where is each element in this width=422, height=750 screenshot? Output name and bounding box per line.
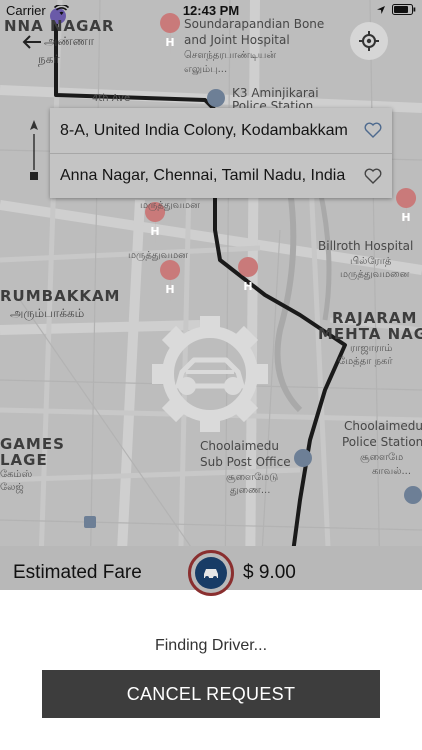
map-label-anna-nagar-ta: அண்ணா xyxy=(44,34,95,48)
dropoff-row[interactable]: Anna Nagar, Chennai, Tamil Nadu, India xyxy=(50,153,392,198)
map-label-hospital-2: and Joint Hospital xyxy=(184,33,290,47)
svg-text:H: H xyxy=(243,280,252,293)
map-label-games-ta2: லேஜ் xyxy=(0,482,24,493)
route-start-icon xyxy=(30,120,38,130)
my-location-button[interactable] xyxy=(350,22,388,60)
finding-driver-status: Finding Driver... xyxy=(154,637,268,654)
pickup-row[interactable]: 8-A, United India Colony, Kodambakkam xyxy=(50,108,392,153)
ride-request-screen: HH HH H NNA NAGAR அண்ணா நகர் Soundarapan… xyxy=(0,0,422,750)
status-bar: Carrier 12:43 PM xyxy=(0,0,422,22)
map-label-post-office-ta: சூளைமேடு xyxy=(226,472,279,483)
map-label-arumbakkam-ta: அரும்பாக்கம் xyxy=(10,306,85,320)
bottom-sheet: Finding Driver... CANCEL REQUEST xyxy=(0,590,422,750)
cancel-request-button[interactable]: CANCEL REQUEST xyxy=(42,670,380,718)
map-label-post-office-ta2: துணை... xyxy=(230,485,271,496)
map-label-police-station-ta2: காவல்... xyxy=(372,466,412,477)
map-label-hospital-ta-small2: மருத்துவமன xyxy=(128,250,188,261)
route-end-icon xyxy=(30,172,38,180)
back-button[interactable] xyxy=(22,30,42,56)
pickup-address: 8-A, United India Colony, Kodambakkam xyxy=(60,121,348,139)
map-label-4th-ave: 4th Ave xyxy=(92,93,131,104)
favorite-pickup-heart-icon[interactable] xyxy=(364,122,382,138)
status-right xyxy=(376,4,416,15)
route-card: 8-A, United India Colony, Kodambakkam An… xyxy=(50,108,392,198)
map-label-arumbakkam: RUMBAKKAM xyxy=(0,287,121,305)
fare-amount: $ 9.00 xyxy=(243,562,296,583)
map-label-post-office: Choolaimedu xyxy=(200,439,279,453)
map-label-billroth-ta2: மருத்துவமனை xyxy=(340,269,410,280)
map-label-rajaram-ta2: மேத்தா நகர் xyxy=(338,356,393,367)
dropoff-address: Anna Nagar, Chennai, Tamil Nadu, India xyxy=(60,167,346,184)
favorite-dropoff-heart-icon[interactable] xyxy=(364,168,382,184)
estimated-fare-label: Estimated Fare xyxy=(13,562,142,583)
map-label-police-station-ta: சூளைமே xyxy=(360,452,404,463)
map-label-hospital-ta: சௌந்தரபாண்டியன் xyxy=(184,50,277,61)
map-label-billroth: Billroth Hospital xyxy=(318,239,414,253)
svg-text:H: H xyxy=(165,283,174,296)
map-label-rajaram-2: MEHTA NAGAR xyxy=(318,325,422,343)
map-label-billroth-ta: பில்ரோத் xyxy=(350,256,392,267)
map-label-police-station-2: Police Station xyxy=(342,435,422,449)
vehicle-type-badge xyxy=(188,550,234,596)
location-arrow-icon xyxy=(377,5,385,14)
route-indicator xyxy=(30,120,38,180)
crosshair-icon xyxy=(359,31,379,51)
map-label-rajaram-ta: ராஜாராம் xyxy=(350,343,393,354)
status-time: 12:43 PM xyxy=(182,3,240,18)
map-label-games-ta: கேம்ஸ் xyxy=(0,469,33,480)
map-view[interactable]: HH HH H NNA NAGAR அண்ணா நகர் Soundarapan… xyxy=(0,0,422,590)
svg-text:H: H xyxy=(401,211,410,224)
svg-text:H: H xyxy=(165,36,174,49)
svg-text:H: H xyxy=(150,225,159,238)
map-label-hospital-ta-small: மருத்துவமன xyxy=(140,200,200,211)
map-label-police-station: Choolaimedu xyxy=(344,419,422,433)
vehicle-type-inner xyxy=(195,557,227,589)
map-label-hospital-ta2: எலும்பு... xyxy=(184,64,228,75)
finding-driver-loader-icon xyxy=(152,316,268,432)
map-label-games-2: LAGE xyxy=(0,451,48,469)
map-label-post-office-2: Sub Post Office xyxy=(200,455,291,469)
battery-icon xyxy=(392,4,416,15)
back-arrow-icon xyxy=(22,35,41,49)
car-icon xyxy=(204,569,218,580)
